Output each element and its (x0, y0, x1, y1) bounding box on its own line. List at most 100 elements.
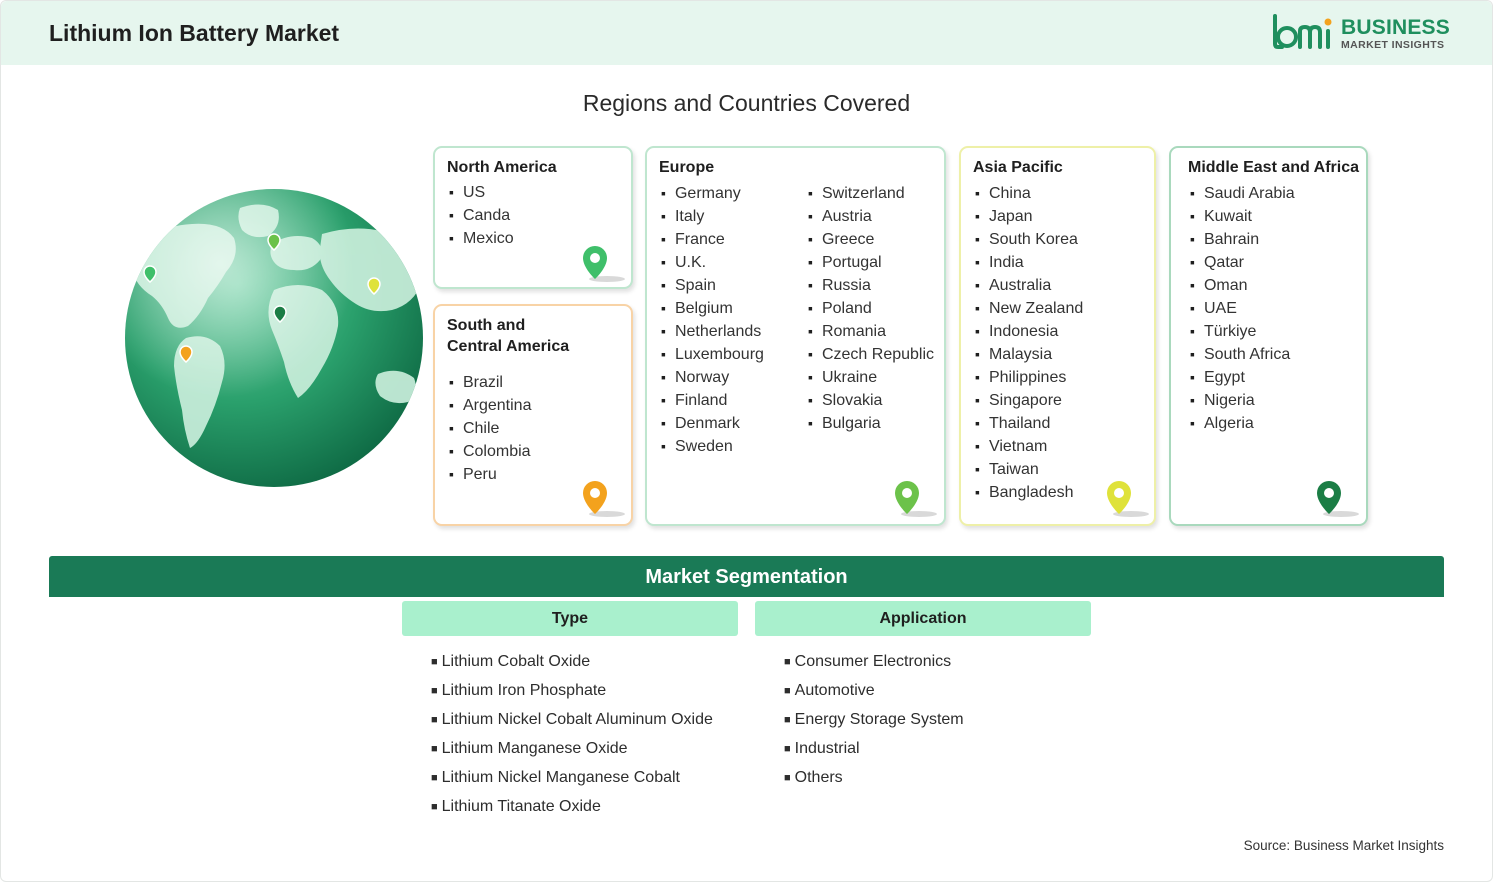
list-item: Czech Republic (808, 343, 934, 366)
list-item: U.K. (661, 251, 764, 274)
globe-icon (125, 189, 423, 487)
source-note: Source: Business Market Insights (1243, 838, 1444, 853)
list-item: Automotive (784, 677, 964, 706)
list-item: India (975, 251, 1083, 274)
list-item: South Africa (1190, 343, 1295, 366)
segment-heading-application: Application (755, 601, 1091, 636)
segmentation-title: Market Segmentation (645, 566, 848, 588)
list-item: Energy Storage System (784, 706, 964, 735)
list-item: Sweden (661, 435, 764, 458)
list-item: Greece (808, 228, 934, 251)
bmi-logo-icon (1273, 14, 1332, 49)
list-item: Portugal (808, 251, 934, 274)
list-item: Lithium Manganese Oxide (431, 735, 713, 764)
segment-list-application: Consumer Electronics Automotive Energy S… (784, 648, 964, 793)
region-card-south-central-america: South and Central America Brazil Argenti… (433, 304, 633, 526)
list-item: Norway (661, 366, 764, 389)
region-card-middle-east-africa: Middle East and Africa Saudi Arabia Kuwa… (1169, 146, 1368, 526)
list-item: Russia (808, 274, 934, 297)
region-title-line-2: Central America (447, 338, 570, 355)
list-item: Lithium Titanate Oxide (431, 793, 713, 822)
list-item: Others (784, 764, 964, 793)
regions-title: Regions and Countries Covered (582, 90, 911, 116)
list-item: Germany (661, 182, 764, 205)
region-card-asia-pacific: Asia Pacific China Japan South Korea Ind… (959, 146, 1156, 526)
list-item: US (449, 181, 514, 204)
list-item: Finland (661, 389, 764, 412)
country-list: US Canda Mexico (449, 181, 514, 250)
list-item: Colombia (449, 440, 531, 463)
list-item: Bahrain (1190, 228, 1295, 251)
list-item: Qatar (1190, 251, 1295, 274)
country-list: Saudi Arabia Kuwait Bahrain Qatar Oman U… (1190, 182, 1295, 435)
segment-list-type: Lithium Cobalt Oxide Lithium Iron Phosph… (431, 648, 713, 822)
list-item: Thailand (975, 412, 1083, 435)
region-title: South and Central America (447, 315, 569, 357)
region-title: North America (447, 159, 557, 176)
list-item: China (975, 182, 1083, 205)
list-item: Consumer Electronics (784, 648, 964, 677)
list-item: Austria (808, 205, 934, 228)
country-list-col-1: Germany Italy France U.K. Spain Belgium … (661, 182, 764, 458)
region-title: Europe (659, 159, 715, 176)
list-item: Industrial (784, 735, 964, 764)
list-item: Chile (449, 417, 531, 440)
map-pin-icon (1317, 481, 1359, 517)
list-item: Lithium Nickel Manganese Cobalt (431, 764, 713, 793)
country-list: China Japan South Korea India Australia … (975, 182, 1083, 504)
list-item: Lithium Iron Phosphate (431, 677, 713, 706)
region-title-line-1: South and (447, 317, 526, 334)
region-title: Asia Pacific (973, 159, 1063, 176)
list-item: Australia (975, 274, 1083, 297)
list-item: Algeria (1190, 412, 1295, 435)
list-item: Brazil (449, 371, 531, 394)
list-item: UAE (1190, 297, 1295, 320)
list-item: Canda (449, 204, 514, 227)
header-bar: Lithium Ion Battery Market (1, 1, 1492, 65)
list-item: Belgium (661, 297, 764, 320)
list-item: Netherlands (661, 320, 764, 343)
list-item: Türkiye (1190, 320, 1295, 343)
region-title: Middle East and Africa (1188, 159, 1359, 176)
list-item: Italy (661, 205, 764, 228)
country-list: Brazil Argentina Chile Colombia Peru (449, 371, 532, 486)
region-card-north-america: North America US Canda Mexico (433, 146, 633, 289)
list-item: Malaysia (975, 343, 1083, 366)
logo-subtext: MARKET INSIGHTS (1341, 39, 1445, 51)
list-item: Singapore (975, 389, 1083, 412)
list-item: Vietnam (975, 435, 1083, 458)
list-item: France (661, 228, 764, 251)
list-item: Philippines (975, 366, 1083, 389)
list-item: Kuwait (1190, 205, 1295, 228)
country-list-col-2: Switzerland Austria Greece Portugal Russ… (808, 182, 934, 435)
list-item: Slovakia (808, 389, 934, 412)
list-item: South Korea (975, 228, 1083, 251)
brand-logo: BUSINESS MARKET INSIGHTS (1272, 14, 1452, 54)
segment-heading-type: Type (402, 601, 738, 636)
page-title: Lithium Ion Battery Market (49, 20, 340, 46)
list-item: Switzerland (808, 182, 934, 205)
list-item: Peru (449, 463, 531, 486)
list-item: Luxembourg (661, 343, 764, 366)
logo-text: BUSINESS (1341, 16, 1450, 39)
map-pin-icon (1107, 481, 1149, 517)
list-item: Argentina (449, 394, 532, 417)
region-card-europe: Europe Germany Italy France U.K. Spain B… (645, 146, 946, 526)
list-item: Denmark (661, 412, 764, 435)
list-item: Egypt (1190, 366, 1295, 389)
list-item: Lithium Cobalt Oxide (431, 648, 713, 677)
list-item: Romania (808, 320, 934, 343)
list-item: Oman (1190, 274, 1295, 297)
map-pin-icon (583, 246, 625, 282)
map-pin-icon (583, 481, 625, 517)
list-item: Indonesia (975, 320, 1083, 343)
map-pin-icon (895, 481, 937, 517)
list-item: Japan (975, 205, 1083, 228)
segmentation-bar: Market Segmentation (49, 556, 1444, 597)
list-item: Bulgaria (808, 412, 934, 435)
list-item: Bangladesh (975, 481, 1083, 504)
list-item: Ukraine (808, 366, 934, 389)
list-item: Spain (661, 274, 764, 297)
list-item: Nigeria (1190, 389, 1295, 412)
list-item: Mexico (449, 227, 514, 250)
